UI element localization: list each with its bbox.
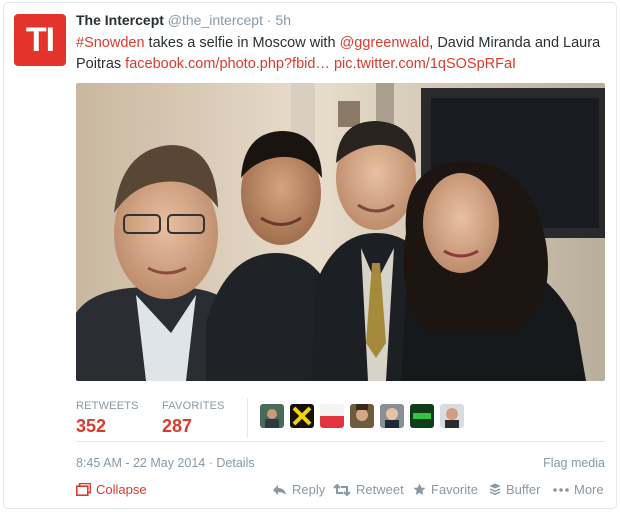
retweet-icon bbox=[333, 483, 351, 496]
pic-link[interactable]: pic.twitter.com/1qSOSpRFaI bbox=[334, 56, 516, 72]
mention-link[interactable]: @ggreenwald bbox=[340, 35, 430, 51]
favoriter-avatar[interactable] bbox=[290, 404, 314, 428]
more-dots-icon bbox=[553, 487, 569, 492]
stats-divider bbox=[247, 398, 248, 438]
avatar-text: TI bbox=[25, 20, 55, 59]
buffer-icon bbox=[489, 483, 501, 496]
selfie-photo-image bbox=[76, 83, 605, 381]
favorites-count: 287 bbox=[162, 416, 193, 436]
retweets-stat[interactable]: RETWEETS 352 bbox=[76, 400, 139, 437]
tweet-time[interactable]: 5h bbox=[275, 12, 291, 28]
favorites-label: FAVORITES bbox=[162, 400, 225, 412]
favoriter-avatar[interactable] bbox=[410, 404, 434, 428]
collapse-icon bbox=[76, 483, 91, 496]
collapse-button[interactable]: Collapse bbox=[76, 482, 147, 497]
favoriter-avatar[interactable] bbox=[320, 404, 344, 428]
facebook-link[interactable]: facebook.com/photo.php?fbid… bbox=[125, 56, 330, 72]
time-separator: · bbox=[266, 12, 272, 28]
tweet-actions: Collapse Reply Retweet Favorite Buffer M… bbox=[76, 482, 605, 502]
meta-separator: · bbox=[208, 456, 213, 470]
tweet-text-part: takes a selfie in Moscow with bbox=[144, 35, 340, 51]
more-button[interactable]: More bbox=[553, 482, 604, 497]
tweet-photo[interactable] bbox=[76, 83, 605, 381]
tweet-stats: RETWEETS 352 FAVORITES 287 bbox=[76, 392, 605, 442]
collapse-label: Collapse bbox=[96, 482, 147, 497]
favorite-label: Favorite bbox=[431, 482, 478, 497]
reply-button[interactable]: Reply bbox=[272, 482, 325, 497]
favoriter-avatar[interactable] bbox=[380, 404, 404, 428]
retweets-label: RETWEETS bbox=[76, 400, 139, 412]
buffer-label: Buffer bbox=[506, 482, 541, 497]
reply-label: Reply bbox=[292, 482, 326, 497]
hashtag-link[interactable]: #Snowden bbox=[76, 35, 145, 51]
favoriter-avatar[interactable] bbox=[260, 404, 284, 428]
retweets-count: 352 bbox=[76, 416, 107, 436]
author-handle[interactable]: @the_intercept bbox=[168, 12, 263, 28]
details-link[interactable]: Details bbox=[216, 456, 254, 470]
favoriter-avatar[interactable] bbox=[350, 404, 374, 428]
retweet-label: Retweet bbox=[356, 482, 404, 497]
more-label: More bbox=[574, 482, 604, 497]
favorites-stat[interactable]: FAVORITES 287 bbox=[162, 400, 225, 437]
reply-icon bbox=[273, 484, 286, 495]
author-name[interactable]: The Intercept bbox=[76, 12, 164, 28]
favoriter-avatars bbox=[260, 404, 464, 428]
favoriter-avatar[interactable] bbox=[440, 404, 464, 428]
flag-media-link[interactable]: Flag media bbox=[543, 456, 605, 470]
tweet-timestamp[interactable]: 8:45 AM - 22 May 2014 bbox=[76, 456, 205, 470]
tweet-header: The Intercept @the_intercept · 5h bbox=[76, 12, 291, 28]
retweet-button[interactable]: Retweet bbox=[333, 482, 404, 497]
buffer-button[interactable]: Buffer bbox=[489, 482, 540, 497]
author-avatar[interactable]: TI bbox=[14, 14, 66, 66]
tweet-meta: 8:45 AM - 22 May 2014 · Details Flag med… bbox=[76, 456, 605, 470]
favorite-button[interactable]: Favorite bbox=[413, 482, 478, 497]
tweet-text: #Snowden takes a selfie in Moscow with @… bbox=[76, 33, 606, 75]
star-icon bbox=[413, 483, 426, 495]
